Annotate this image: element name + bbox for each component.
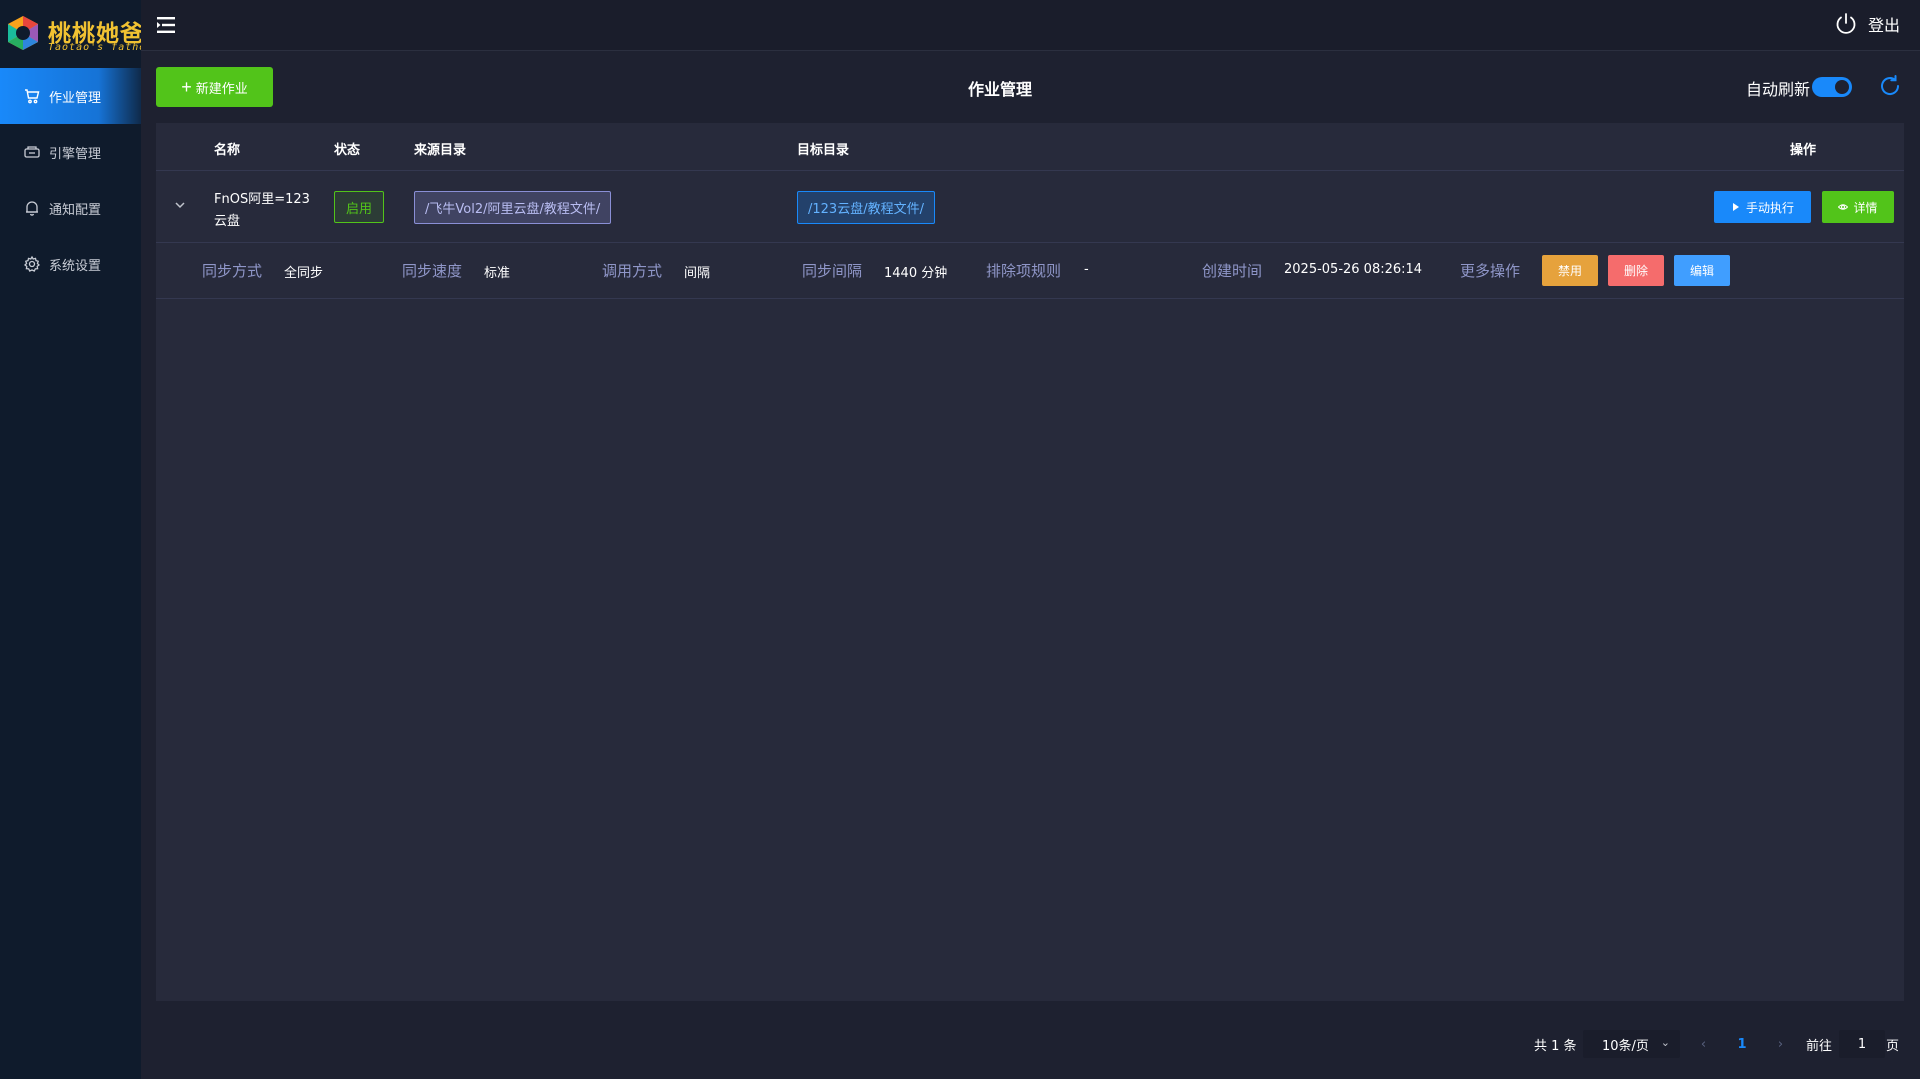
chevron-right-icon: › (1777, 1036, 1784, 1052)
column-header-actions: 操作 (1790, 143, 1817, 158)
page-size-select[interactable]: 10条/页 ⌄ (1583, 1030, 1680, 1058)
more-actions-label: 更多操作 (1460, 262, 1521, 280)
cart-icon (25, 89, 40, 104)
sidebar-item-jobs[interactable]: 作业管理 (0, 68, 141, 124)
auto-refresh-label: 自动刷新 (1745, 80, 1810, 99)
sidebar-item-label: 系统设置 (49, 258, 102, 274)
jobs-table: 名称 状态 来源目录 目标目录 操作 FnOS阿里=123云盘 启用 /飞牛Vo… (156, 123, 1904, 1001)
delete-button[interactable]: 删除 (1608, 255, 1664, 286)
column-header-name: 名称 (214, 143, 241, 158)
sidebar-item-engines[interactable]: 引擎管理 (0, 124, 141, 180)
sidebar-menu: 作业管理 引擎管理 通知配置 系统设置 (0, 68, 141, 292)
bell-icon (26, 201, 38, 216)
page-number-button[interactable]: 1 (1727, 1030, 1757, 1058)
new-job-label: 新建作业 (195, 80, 248, 96)
status-badge: 启用 (334, 191, 384, 223)
refresh-icon[interactable] (1878, 74, 1902, 98)
sidebar: 桃桃她爸 Taotao's father 作业管理 引擎管理 通知配置 系统设置 (0, 0, 152, 1079)
page-suffix-label: 页 (1886, 1039, 1900, 1054)
job-name: FnOS阿里=123云盘 (214, 192, 310, 229)
goto-page-input[interactable] (1839, 1030, 1885, 1058)
row-detail-panel: 同步方式 全同步 同步速度 标准 调用方式 间隔 同步间隔 1440 分钟 排除… (156, 243, 1904, 299)
plus-icon: + (181, 77, 192, 97)
sync-speed-value: 标准 (484, 266, 511, 281)
edit-button[interactable]: 编辑 (1674, 255, 1730, 286)
chevron-down-icon: ⌄ (1660, 1036, 1670, 1049)
page-title: 作业管理 (967, 80, 1032, 99)
logo-mark-icon (8, 16, 38, 50)
interval-label: 同步间隔 (802, 262, 863, 280)
chevron-down-icon[interactable] (172, 197, 188, 213)
manual-run-label: 手动执行 (1745, 200, 1794, 215)
table-header: 名称 状态 来源目录 目标目录 操作 (156, 123, 1904, 171)
column-header-target: 目标目录 (797, 143, 850, 158)
menu-collapse-icon[interactable] (155, 14, 177, 36)
goto-label: 前往 (1806, 1039, 1833, 1054)
sync-mode-value: 全同步 (284, 266, 324, 281)
interval-value: 1440 分钟 (884, 266, 948, 281)
table-row: FnOS阿里=123云盘 启用 /飞牛Vol2/阿里云盘/教程文件/ /123云… (156, 171, 1904, 243)
column-header-source: 来源目录 (414, 143, 467, 158)
logout-button[interactable]: 登出 (1834, 12, 1900, 36)
gear-icon (24, 255, 40, 272)
pagination-total: 共 1 条 (1534, 1039, 1577, 1054)
exclude-rules-label: 排除项规则 (986, 262, 1062, 280)
invoke-mode-label: 调用方式 (602, 262, 663, 280)
detail-label: 详情 (1853, 200, 1878, 215)
sidebar-item-label: 通知配置 (49, 202, 102, 218)
invoke-mode-value: 间隔 (684, 266, 711, 281)
eye-icon (1838, 204, 1849, 210)
created-time-label: 创建时间 (1202, 262, 1263, 280)
sidebar-item-notifications[interactable]: 通知配置 (0, 180, 141, 236)
sidebar-item-label: 引擎管理 (49, 146, 102, 162)
column-header-status: 状态 (334, 143, 361, 158)
exclude-rules-value: - (1084, 262, 1089, 277)
engine-icon (24, 146, 40, 158)
brand-logo[interactable]: 桃桃她爸 Taotao's father (4, 10, 152, 56)
top-bar: 登出 (141, 0, 1920, 51)
sidebar-item-settings[interactable]: 系统设置 (0, 236, 141, 292)
sync-speed-label: 同步速度 (402, 262, 463, 280)
sidebar-item-label: 作业管理 (49, 90, 102, 106)
manual-run-button[interactable]: 手动执行 (1714, 191, 1811, 223)
auto-refresh-toggle[interactable] (1812, 77, 1852, 97)
created-time-value: 2025-05-26 08:26:14 (1284, 262, 1423, 277)
logout-label: 登出 (1867, 16, 1900, 35)
sync-mode-label: 同步方式 (202, 262, 263, 280)
next-page-button[interactable]: › (1768, 1030, 1793, 1058)
target-dir-tag: /123云盘/教程文件/ (797, 191, 935, 224)
prev-page-button[interactable]: ‹ (1691, 1030, 1716, 1058)
disable-button[interactable]: 禁用 (1542, 255, 1598, 286)
new-job-button[interactable]: + 新建作业 (156, 67, 273, 107)
source-dir-tag: /飞牛Vol2/阿里云盘/教程文件/ (414, 191, 612, 224)
page-size-value: 10条/页 (1602, 1038, 1649, 1054)
detail-button[interactable]: 详情 (1822, 191, 1894, 223)
play-icon (1732, 203, 1739, 211)
brand-subtitle: Taotao's father (48, 42, 154, 53)
power-icon (1836, 13, 1856, 34)
chevron-left-icon: ‹ (1700, 1036, 1707, 1052)
